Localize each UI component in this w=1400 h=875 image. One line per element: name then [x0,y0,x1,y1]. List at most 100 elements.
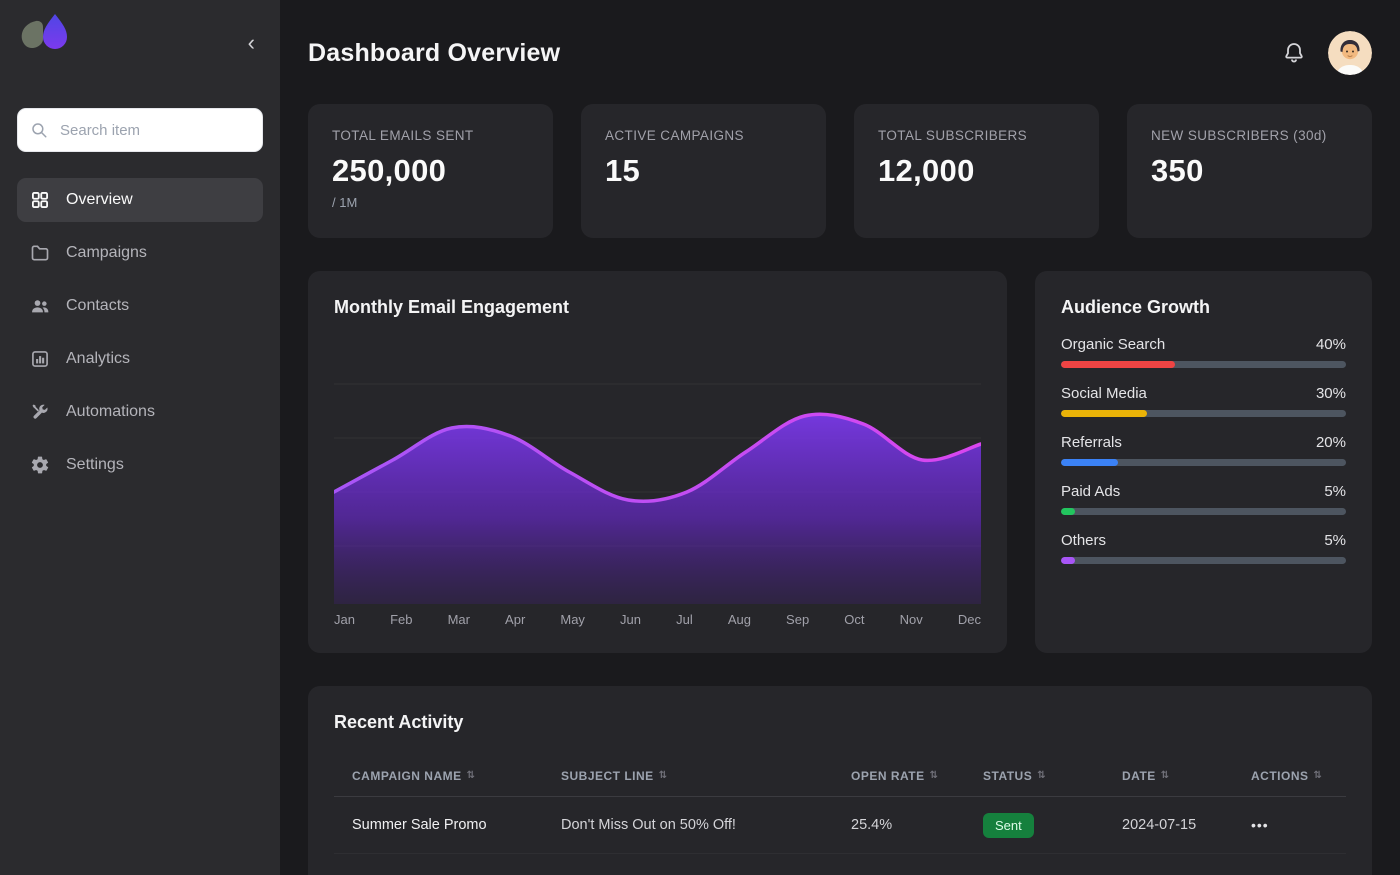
column-label: ACTIONS [1251,769,1309,783]
sidebar-item-label: Analytics [66,350,130,368]
column-header-date[interactable]: DATE ⇅ [1122,769,1251,783]
stat-value: 250,000 [332,153,529,189]
table-header-row: CAMPAIGN NAME ⇅ SUBJECT LINE ⇅ OPEN RATE… [334,755,1346,797]
status-badge: Sent [983,813,1034,838]
sidebar-item-analytics[interactable]: Analytics [17,337,263,381]
stat-label: TOTAL EMAILS SENT [332,128,529,143]
avatar[interactable] [1328,31,1372,75]
column-header-campaign-name[interactable]: CAMPAIGN NAME ⇅ [352,769,561,783]
progress-fill [1061,410,1147,417]
sidebar-item-label: Overview [66,191,133,209]
search-icon [30,121,48,139]
row-actions-button[interactable]: ••• [1251,817,1269,833]
sidebar: ‹ Overview Campaigns [0,0,280,875]
progress-track [1061,459,1346,466]
audience-label: Organic Search [1061,336,1165,353]
tools-icon [29,402,51,422]
x-tick: May [560,612,585,627]
column-header-open-rate[interactable]: OPEN RATE ⇅ [851,769,983,783]
sort-icon: ⇅ [659,770,668,781]
audience-title: Audience Growth [1061,297,1346,318]
cell-open-rate: 25.4% [851,817,983,833]
stat-subtext [1151,195,1348,210]
audience-value: 20% [1316,434,1346,451]
audience-row: Referrals 20% [1061,434,1346,466]
sidebar-item-label: Settings [66,456,124,474]
stat-label: TOTAL SUBSCRIBERS [878,128,1075,143]
app-logo-icon [17,10,71,63]
progress-fill [1061,459,1118,466]
progress-track [1061,508,1346,515]
column-label: CAMPAIGN NAME [352,769,462,783]
sidebar-collapse-button[interactable]: ‹ [240,28,263,58]
recent-activity-card: Recent Activity CAMPAIGN NAME ⇅ SUBJECT … [308,686,1372,875]
x-tick: Sep [786,612,809,627]
audience-row: Organic Search 40% [1061,336,1346,368]
column-header-actions[interactable]: ACTIONS ⇅ [1251,769,1346,783]
audience-label: Others [1061,532,1106,549]
stat-card-total-subscribers: TOTAL SUBSCRIBERS 12,000 [854,104,1099,238]
audience-growth-card: Audience Growth Organic Search 40% Socia… [1035,271,1372,653]
x-tick: Mar [448,612,470,627]
grid-icon [29,190,51,210]
audience-value: 5% [1324,483,1346,500]
stat-card-total-emails: TOTAL EMAILS SENT 250,000 / 1M [308,104,553,238]
audience-value: 5% [1324,532,1346,549]
sidebar-item-automations[interactable]: Automations [17,390,263,434]
audience-label: Social Media [1061,385,1147,402]
sidebar-item-settings[interactable]: Settings [17,443,263,487]
stat-value: 350 [1151,153,1348,189]
audience-value: 30% [1316,385,1346,402]
cell-date: 2024-07-15 [1122,817,1251,833]
search-input[interactable] [17,108,263,152]
sidebar-item-label: Campaigns [66,244,147,262]
area-chart [334,374,981,604]
x-tick: Oct [844,612,864,627]
recent-activity-title: Recent Activity [334,712,1346,733]
gear-icon [29,455,51,475]
sidebar-nav: Overview Campaigns Contacts [17,178,263,487]
x-tick: Jun [620,612,641,627]
stat-label: ACTIVE CAMPAIGNS [605,128,802,143]
sort-icon: ⇅ [1314,770,1323,781]
stat-value: 15 [605,153,802,189]
progress-fill [1061,361,1175,368]
column-label: SUBJECT LINE [561,769,654,783]
progress-track [1061,557,1346,564]
stat-label: NEW SUBSCRIBERS (30d) [1151,128,1348,143]
sidebar-item-overview[interactable]: Overview [17,178,263,222]
column-label: OPEN RATE [851,769,925,783]
column-header-status[interactable]: STATUS ⇅ [983,769,1122,783]
engagement-chart-card: Monthly Email Engagement [308,271,1007,653]
bar-chart-icon [29,349,51,369]
bell-icon [1282,41,1306,65]
audience-label: Referrals [1061,434,1122,451]
main-content: Dashboard Overview [280,0,1400,875]
notifications-button[interactable] [1282,41,1306,65]
sort-icon: ⇅ [1161,770,1170,781]
x-axis-labels: JanFebMarAprMayJunJulAugSepOctNovDec [334,612,981,627]
sidebar-item-contacts[interactable]: Contacts [17,284,263,328]
column-label: STATUS [983,769,1032,783]
progress-fill [1061,508,1075,515]
x-tick: Dec [958,612,981,627]
stat-card-new-subscribers: NEW SUBSCRIBERS (30d) 350 [1127,104,1372,238]
stats-row: TOTAL EMAILS SENT 250,000 / 1M ACTIVE CA… [308,104,1372,238]
engagement-chart: JanFebMarAprMayJunJulAugSepOctNovDec [334,374,981,627]
cell-campaign-name: Summer Sale Promo [352,817,561,833]
stat-value: 12,000 [878,153,1075,189]
sort-icon: ⇅ [1037,770,1046,781]
x-tick: Feb [390,612,412,627]
engagement-area [334,414,981,604]
stat-subtext: / 1M [332,195,529,210]
audience-value: 40% [1316,336,1346,353]
x-tick: Jul [676,612,693,627]
column-header-subject-line[interactable]: SUBJECT LINE ⇅ [561,769,851,783]
x-tick: Aug [728,612,751,627]
x-tick: Apr [505,612,525,627]
stat-subtext [605,195,802,210]
audience-label: Paid Ads [1061,483,1120,500]
chart-title: Monthly Email Engagement [334,297,981,318]
cell-subject-line: Don't Miss Out on 50% Off! [561,817,851,833]
sidebar-item-campaigns[interactable]: Campaigns [17,231,263,275]
